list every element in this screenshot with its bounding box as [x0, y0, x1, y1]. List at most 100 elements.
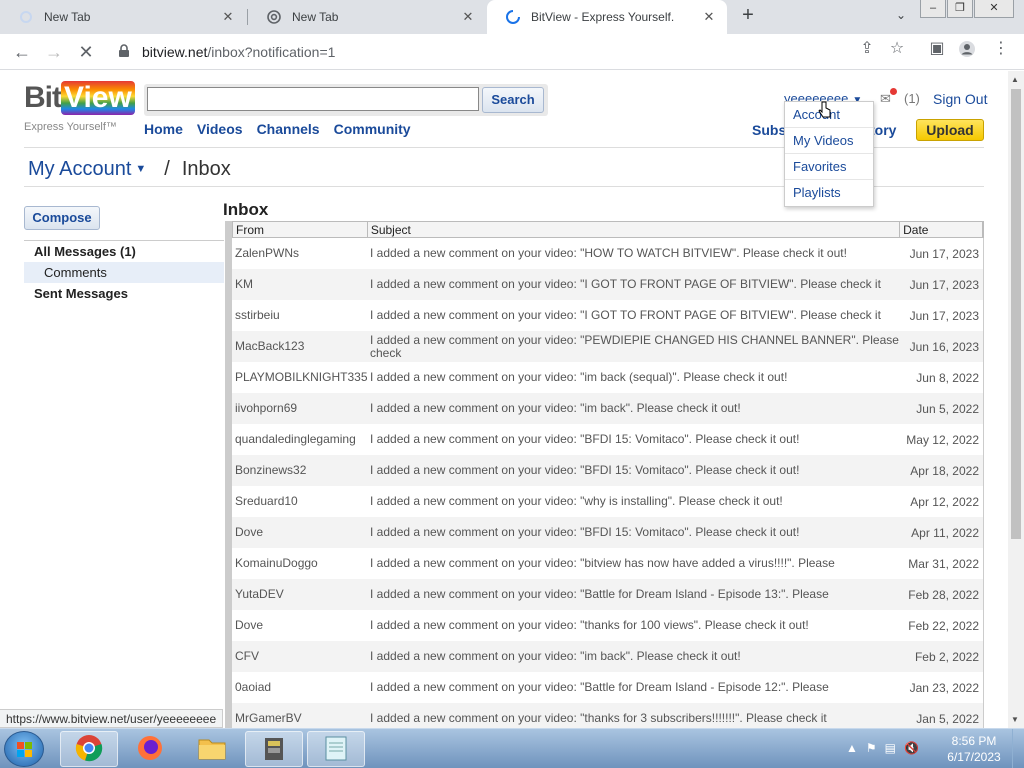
lock-icon[interactable] — [118, 44, 130, 58]
row-from[interactable]: sstirbeiu — [232, 309, 367, 322]
search-input[interactable] — [147, 87, 479, 111]
address-bar[interactable]: bitview.net/inbox?notification=1 — [108, 38, 918, 66]
table-row[interactable]: Dove I added a new comment on your video:… — [232, 610, 984, 641]
row-from[interactable]: ZalenPWNs — [232, 247, 367, 260]
tab-search-chevron-icon[interactable]: ⌄ — [896, 8, 906, 22]
nav-channels[interactable]: Channels — [257, 121, 320, 137]
sign-out-link[interactable]: Sign Out — [933, 91, 987, 107]
table-row[interactable]: KM I added a new comment on your video: "… — [232, 269, 984, 300]
row-subject[interactable]: I added a new comment on your video: "PE… — [367, 333, 900, 360]
scrollbar-thumb[interactable] — [1011, 89, 1021, 539]
table-row[interactable]: MrGamerBV I added a new comment on your v… — [232, 703, 984, 728]
nav-videos[interactable]: Videos — [197, 121, 243, 137]
row-subject[interactable]: I added a new comment on your video: "Ba… — [367, 588, 900, 601]
minimize-button[interactable]: – — [920, 0, 946, 18]
row-subject[interactable]: I added a new comment on your video: "wh… — [367, 495, 900, 508]
back-arrow-icon[interactable]: ← — [12, 42, 32, 62]
action-center-flag-icon[interactable]: ⚑ — [866, 741, 877, 755]
taskbar-app[interactable] — [183, 731, 241, 767]
column-header-subject[interactable]: Subject — [368, 222, 901, 237]
row-from[interactable]: PLAYMOBILKNIGHT335 — [232, 371, 368, 384]
caret-down-icon[interactable]: ▼ — [135, 163, 146, 175]
side-panel-icon[interactable]: ▣ — [928, 40, 946, 58]
row-from[interactable]: MacBack123 — [232, 340, 367, 353]
table-row[interactable]: YutaDEV I added a new comment on your vid… — [232, 579, 984, 610]
column-header-date[interactable]: Date — [900, 222, 983, 237]
row-subject[interactable]: I added a new comment on your video: "HO… — [367, 247, 900, 260]
row-from[interactable]: iivohporn69 — [232, 402, 367, 415]
subscriptions-link[interactable]: Subs — [752, 122, 786, 138]
row-from[interactable]: Sreduard10 — [232, 495, 367, 508]
row-from[interactable]: MrGamerBV — [232, 712, 367, 725]
row-subject[interactable]: I added a new comment on your video: "BF… — [367, 433, 900, 446]
start-button[interactable] — [4, 731, 44, 767]
taskbar-app[interactable] — [245, 731, 303, 767]
table-row[interactable]: iivohporn69 I added a new comment on your… — [232, 393, 984, 424]
stop-loading-icon[interactable]: ✕ — [76, 42, 96, 62]
table-row[interactable]: CFV I added a new comment on your video: … — [232, 641, 984, 672]
scroll-down-icon[interactable]: ▼ — [1011, 715, 1019, 724]
new-tab-button[interactable]: + — [737, 5, 759, 27]
row-subject[interactable]: I added a new comment on your video: "I … — [367, 309, 900, 322]
tab-new-tab-1[interactable]: New Tab ✕ — [0, 0, 246, 34]
mail-icon[interactable]: ✉ — [880, 88, 897, 107]
search-button[interactable]: Search — [482, 87, 544, 113]
mail-count[interactable]: (1) — [904, 91, 920, 106]
row-subject[interactable]: I added a new comment on your video: "BF… — [367, 526, 900, 539]
network-icon[interactable]: ▤ — [885, 741, 896, 755]
table-row[interactable]: ZalenPWNs I added a new comment on your v… — [232, 238, 984, 269]
taskbar-app[interactable] — [307, 731, 365, 767]
page-scrollbar[interactable]: ▲ ▼ — [1008, 71, 1024, 728]
nav-community[interactable]: Community — [334, 121, 411, 137]
table-row[interactable]: 0aoiad I added a new comment on your vide… — [232, 672, 984, 703]
row-subject[interactable]: I added a new comment on your video: "im… — [367, 650, 900, 663]
tab-bitview[interactable]: BitView - Express Yourself. ✕ — [487, 0, 727, 34]
table-row[interactable]: Sreduard10 I added a new comment on your … — [232, 486, 984, 517]
row-from[interactable]: Dove — [232, 619, 367, 632]
table-row[interactable]: MacBack123 I added a new comment on your … — [232, 331, 984, 362]
close-icon[interactable]: ✕ — [460, 9, 476, 25]
row-subject[interactable]: I added a new comment on your video: "Ba… — [367, 681, 900, 694]
row-subject[interactable]: I added a new comment on your video: "im… — [367, 402, 900, 415]
row-from[interactable]: KM — [232, 278, 367, 291]
tab-new-tab-2[interactable]: New Tab ✕ — [248, 0, 486, 34]
column-header-from[interactable]: From — [233, 222, 368, 237]
row-from[interactable]: KomainuDoggo — [232, 557, 367, 570]
table-row[interactable]: KomainuDoggo I added a new comment on you… — [232, 548, 984, 579]
close-window-button[interactable]: ✕ — [974, 0, 1014, 18]
row-subject[interactable]: I added a new comment on your video: "th… — [367, 712, 900, 725]
volume-muted-icon[interactable]: 🔇 — [904, 741, 919, 755]
row-subject[interactable]: I added a new comment on your video: "im… — [367, 371, 900, 384]
menu-item-playlists[interactable]: Playlists — [785, 180, 873, 206]
row-from[interactable]: Bonzinews32 — [232, 464, 367, 477]
row-subject[interactable]: I added a new comment on your video: "bi… — [367, 557, 900, 570]
close-icon[interactable]: ✕ — [701, 9, 717, 25]
star-icon[interactable]: ☆ — [888, 40, 906, 58]
row-from[interactable]: Dove — [232, 526, 367, 539]
taskbar-clock[interactable]: 8:56 PM 6/17/2023 — [942, 733, 1006, 765]
profile-avatar-icon[interactable] — [958, 40, 976, 58]
taskbar-app[interactable] — [60, 731, 118, 767]
table-row[interactable]: Dove I added a new comment on your video:… — [232, 517, 984, 548]
show-desktop-button[interactable] — [1012, 729, 1024, 768]
upload-button[interactable]: Upload — [916, 119, 984, 141]
share-icon[interactable]: ⇪ — [858, 40, 876, 58]
table-row[interactable]: quandaledinglegaming I added a new commen… — [232, 424, 984, 455]
restore-button[interactable]: ❐ — [947, 0, 973, 18]
close-icon[interactable]: ✕ — [220, 9, 236, 25]
taskbar-app[interactable] — [121, 731, 179, 767]
sidebar-item-comments[interactable]: Comments — [24, 262, 224, 283]
my-account-link[interactable]: My Account — [28, 158, 131, 180]
sidebar-item-all-messages[interactable]: All Messages (1) — [24, 241, 224, 262]
menu-item-my-videos[interactable]: My Videos — [785, 128, 873, 154]
kebab-menu-icon[interactable]: ⋮ — [992, 40, 1010, 58]
table-row[interactable]: Bonzinews32 I added a new comment on your… — [232, 455, 984, 486]
forward-arrow-icon[interactable]: → — [44, 42, 64, 62]
table-row[interactable]: PLAYMOBILKNIGHT335 I added a new comment … — [232, 362, 984, 393]
sidebar-item-sent-messages[interactable]: Sent Messages — [24, 283, 224, 304]
scroll-up-icon[interactable]: ▲ — [1011, 75, 1019, 84]
row-subject[interactable]: I added a new comment on your video: "BF… — [367, 464, 900, 477]
row-subject[interactable]: I added a new comment on your video: "I … — [367, 278, 900, 291]
bitview-logo[interactable]: Bit View Express Yourself™ — [24, 81, 135, 133]
row-from[interactable]: 0aoiad — [232, 681, 367, 694]
